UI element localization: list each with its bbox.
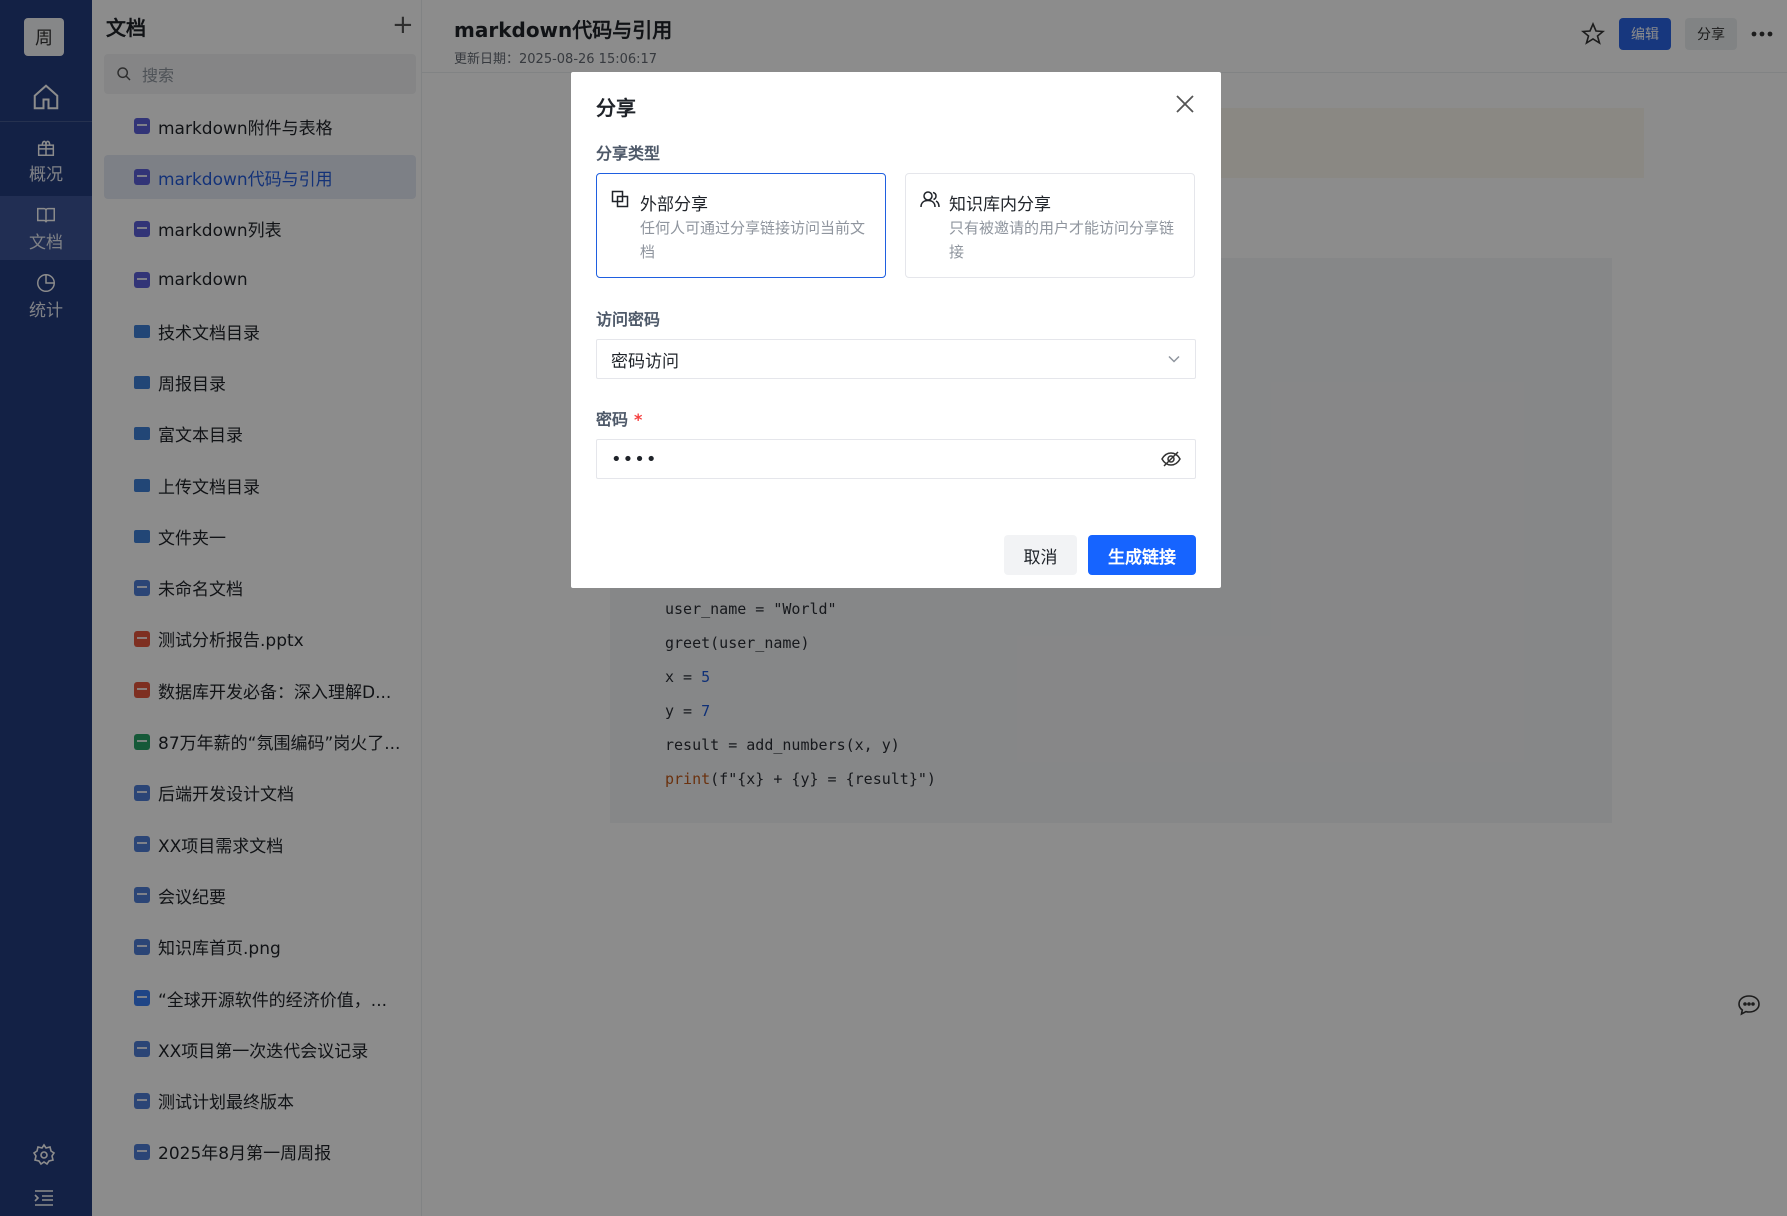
copy-icon xyxy=(611,190,629,208)
password-label-text: 密码 xyxy=(596,410,629,429)
external-share-option[interactable]: 外部分享 任何人可通过分享链接访问当前文档 xyxy=(596,173,886,278)
internal-share-title: 知识库内分享 xyxy=(949,195,1051,215)
password-input[interactable]: •••• xyxy=(596,439,1196,479)
close-button[interactable] xyxy=(1175,94,1195,118)
internal-share-desc: 只有被邀请的用户才能访问分享链接 xyxy=(949,219,1175,261)
password-value: •••• xyxy=(611,448,658,470)
share-dialog: 分享 分享类型 外部分享 任何人可通过分享链接访问当前文档 知识库内分享 只有被… xyxy=(571,72,1221,588)
dialog-title: 分享 xyxy=(596,96,636,120)
password-label: 密码 * xyxy=(596,406,642,430)
access-password-label: 访问密码 xyxy=(596,310,661,329)
share-type-label: 分享类型 xyxy=(596,144,661,163)
internal-share-option[interactable]: 知识库内分享 只有被邀请的用户才能访问分享链接 xyxy=(905,173,1195,278)
external-share-title: 外部分享 xyxy=(640,195,708,215)
access-mode-value: 密码访问 xyxy=(611,351,679,372)
cancel-button[interactable]: 取消 xyxy=(1004,535,1077,575)
generate-link-button[interactable]: 生成链接 xyxy=(1088,535,1196,575)
access-mode-select[interactable]: 密码访问 xyxy=(596,339,1196,379)
users-icon xyxy=(920,191,940,208)
chevron-down-icon xyxy=(1168,355,1180,363)
close-icon xyxy=(1176,95,1194,113)
required-mark: * xyxy=(634,410,643,429)
external-share-desc: 任何人可通过分享链接访问当前文档 xyxy=(640,219,866,261)
eye-off-icon[interactable] xyxy=(1161,450,1181,468)
